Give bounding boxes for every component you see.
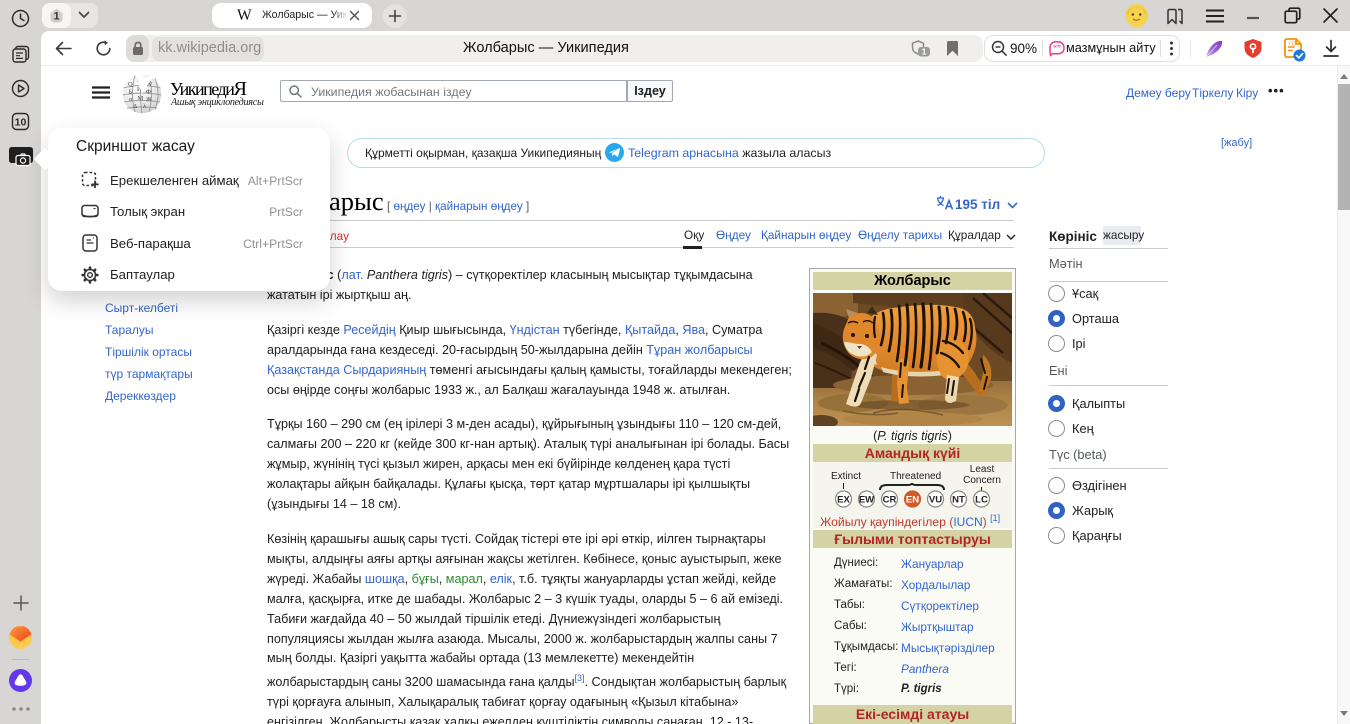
svg-text:EW: EW [859,494,874,505]
svg-text:M: M [138,95,144,102]
svg-text:Ф: Ф [146,89,151,96]
svg-text:Ж: Ж [146,96,152,103]
svg-text:1: 1 [53,11,59,23]
svg-text:Б: Б [129,89,133,96]
svg-text:1: 1 [922,46,927,56]
svg-text:EN: EN [906,494,919,505]
svg-text:σ: σ [129,96,133,103]
svg-text:NT: NT [952,494,965,505]
svg-text:10: 10 [15,116,27,128]
svg-text:CR: CR [883,494,897,505]
svg-text:Q: Q [128,81,133,88]
svg-text:Δ: Δ [133,103,137,110]
svg-text:EX: EX [837,494,850,505]
svg-text:“”: “” [1053,44,1061,53]
svg-text:ГС: ГС [1289,42,1296,48]
svg-text:VU: VU [929,494,942,505]
svg-text:LC: LC [975,494,988,505]
